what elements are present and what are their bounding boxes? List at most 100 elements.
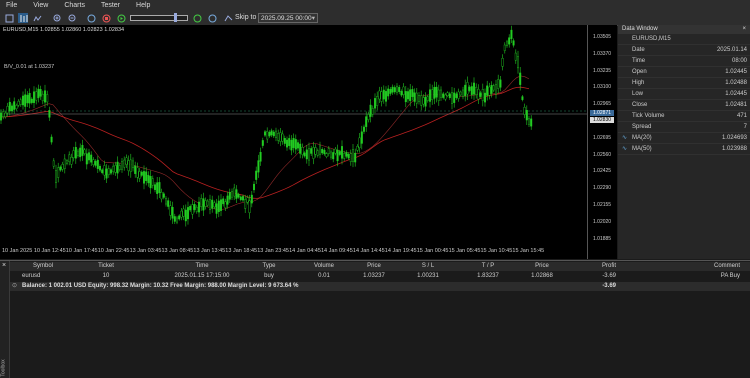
- candle-body: [241, 196, 244, 201]
- candle-body: [65, 160, 68, 164]
- candle-body: [466, 82, 469, 95]
- candle-body: [514, 52, 517, 61]
- candle-body: [125, 157, 128, 165]
- data-window-value: 2025.01.14: [716, 47, 747, 53]
- candle-body: [13, 101, 16, 110]
- trade-table-header: Symbol Ticket Time Type Volume Price S / L T / …: [10, 262, 750, 271]
- candle-body: [158, 182, 161, 193]
- menu-help[interactable]: Help: [136, 2, 150, 9]
- price-scale[interactable]: 1.03505 1.03370 1.03235 1.03100 1.02965 1.028…: [587, 25, 617, 259]
- candle-body: [369, 104, 372, 117]
- candle-body: [33, 91, 36, 103]
- zoom-in-icon[interactable]: [52, 13, 62, 23]
- column-header[interactable]: Price: [354, 262, 394, 271]
- fast-forward-icon[interactable]: [207, 13, 217, 23]
- candle-body: [37, 88, 40, 99]
- candle-body: [98, 166, 101, 171]
- column-header[interactable]: Volume: [304, 262, 344, 271]
- candle-body: [523, 107, 526, 115]
- candle-body: [248, 200, 251, 213]
- column-header[interactable]: Profit: [570, 262, 616, 271]
- candle-body: [105, 168, 108, 179]
- candle-body: [490, 85, 493, 94]
- candle-body: [6, 106, 9, 114]
- pause-icon[interactable]: [86, 13, 96, 23]
- candle-body: [314, 147, 317, 155]
- candle-body: [246, 197, 249, 203]
- close-icon[interactable]: ×: [2, 262, 6, 269]
- candle-body: [334, 148, 337, 154]
- price-label: 1.02020: [593, 218, 612, 225]
- column-header[interactable]: Time: [168, 262, 236, 271]
- calendar-icon[interactable]: ▾: [312, 14, 315, 24]
- candle-body: [420, 95, 423, 106]
- column-header[interactable]: Type: [254, 262, 284, 271]
- candle-body: [224, 201, 227, 209]
- candle-body: [299, 143, 302, 154]
- time-label: 13 Jan 23:45: [257, 248, 289, 254]
- candle-body: [387, 88, 390, 97]
- candle-body: [17, 100, 20, 106]
- data-window-title: Data Window: [622, 26, 658, 32]
- candle-body: [90, 154, 93, 163]
- candle-body: [349, 153, 352, 162]
- stop-icon[interactable]: [101, 13, 111, 23]
- candle-body: [297, 142, 300, 149]
- menu-view[interactable]: View: [33, 2, 48, 9]
- column-header[interactable]: S / L: [408, 262, 448, 271]
- play-icon[interactable]: [116, 13, 126, 23]
- column-header[interactable]: Ticket: [86, 262, 126, 271]
- candle-body: [506, 41, 509, 46]
- menu-charts[interactable]: Charts: [64, 2, 85, 9]
- data-window-row: ∿ MA(20) 1.024693: [618, 133, 750, 144]
- crosshair-icon[interactable]: [4, 13, 14, 23]
- candle-body: [114, 165, 117, 173]
- candle-body: [222, 198, 225, 205]
- candle-body: [145, 171, 148, 182]
- zoom-out-icon[interactable]: [67, 13, 77, 23]
- column-header[interactable]: Symbol: [18, 262, 68, 271]
- candle-body: [374, 98, 377, 109]
- data-window-row: High 1.02488: [618, 78, 750, 89]
- candle-body: [332, 152, 335, 160]
- candle-body: [257, 160, 260, 173]
- data-window-key: MA(20): [632, 135, 652, 141]
- close-icon[interactable]: ×: [742, 25, 746, 34]
- candle-body: [228, 192, 231, 200]
- indicator-icon: ∿: [622, 146, 628, 152]
- candle-body: [85, 153, 88, 165]
- column-header[interactable]: Price: [522, 262, 562, 271]
- data-window-row: Open 1.02445: [618, 67, 750, 78]
- time-label: 10 Jan 12:45: [33, 248, 66, 254]
- candle-body: [215, 203, 218, 214]
- price-chart[interactable]: EURUSD,M15 1.02855 1.02860 1.02823 1.028…: [0, 25, 617, 259]
- candle-body: [156, 182, 159, 194]
- speed-slider[interactable]: [130, 13, 188, 22]
- menu-file[interactable]: File: [6, 2, 17, 9]
- candle-body: [437, 89, 440, 101]
- bid-price-tag: 1.02830: [590, 117, 614, 123]
- speed-slider-knob[interactable]: [174, 13, 177, 22]
- candle-body: [250, 194, 253, 204]
- bar-chart-icon[interactable]: [18, 13, 28, 23]
- time-label: 14 Jan 14:45: [352, 248, 385, 254]
- candle-body: [70, 157, 73, 165]
- menu-tester[interactable]: Tester: [101, 2, 120, 9]
- column-header[interactable]: T / P: [468, 262, 508, 271]
- table-row[interactable]: eurusd 10 2025.01.15 17:15:00 buy 0.01 1.0323…: [10, 272, 750, 281]
- chart-plot[interactable]: [0, 25, 587, 247]
- column-header[interactable]: Comment: [630, 262, 740, 271]
- candle-body: [380, 91, 383, 102]
- candle-body: [321, 149, 324, 154]
- line-chart-icon[interactable]: [32, 13, 42, 23]
- candle-body: [468, 86, 471, 91]
- candle-body: [360, 131, 363, 144]
- candle-body: [323, 149, 326, 155]
- step-forward-icon[interactable]: [192, 13, 202, 23]
- candle-body: [237, 194, 240, 198]
- candle-body: [294, 139, 297, 150]
- time-scale[interactable]: 10 Jan 2025 10 Jan 12:45 10 Jan 17:45 10 Ja…: [0, 245, 590, 259]
- candle-body: [24, 94, 27, 107]
- data-window-key: Tick Volume: [632, 113, 665, 119]
- skip-date-input[interactable]: 2025.09.25 00:00 ▾: [258, 13, 318, 23]
